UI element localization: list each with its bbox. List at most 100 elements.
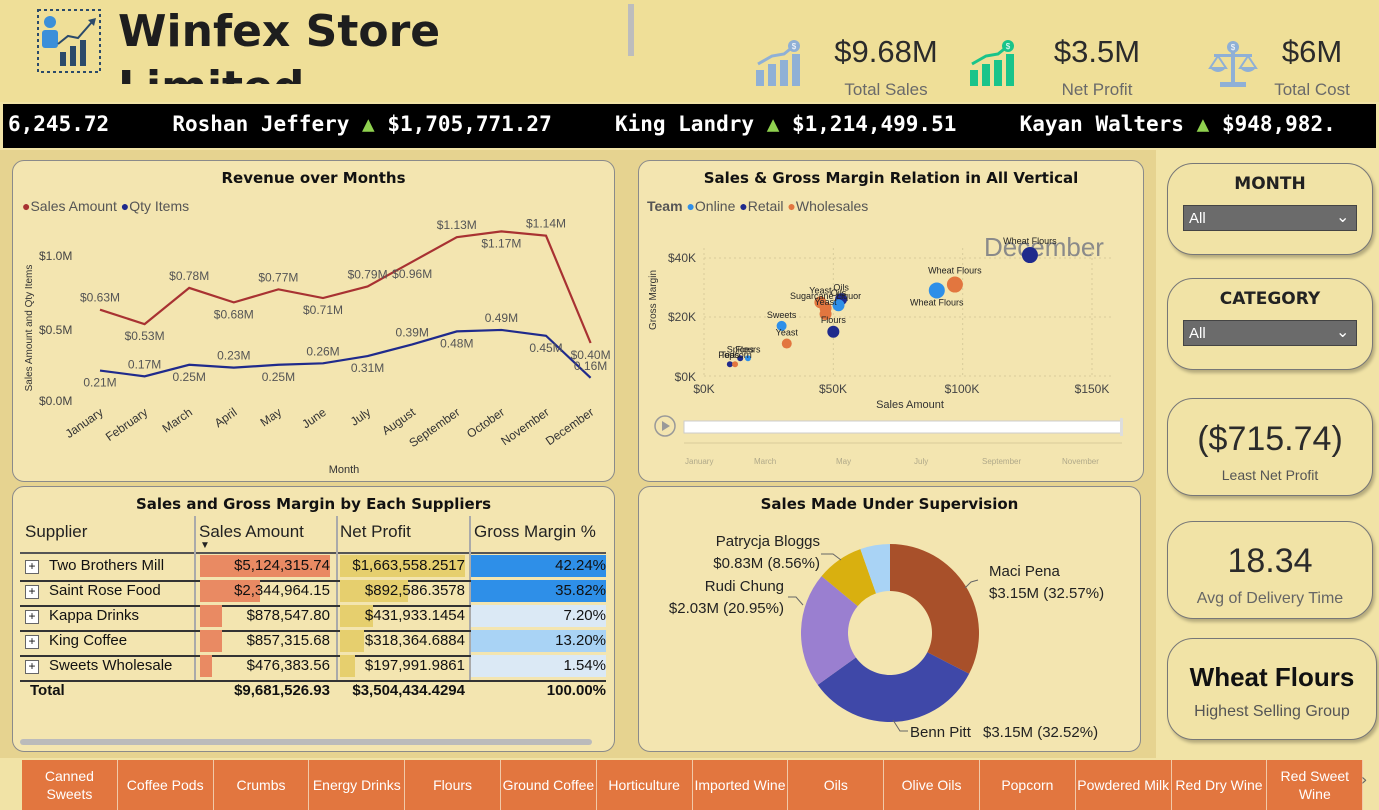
ticker-name: King Landry	[614, 112, 755, 136]
scatter-point[interactable]	[946, 276, 963, 293]
svg-text:$: $	[792, 42, 797, 51]
gross-margin-cell: 42.24%	[555, 557, 606, 574]
scatter-point[interactable]	[1021, 247, 1038, 264]
revenue-y-tick: $1.0M	[39, 249, 72, 263]
table-row[interactable]: + King Coffee $857,315.68 $318,364.6884 13.2…	[20, 630, 606, 657]
table-row[interactable]: + Two Brothers Mill $5,124,315.74 $1,663,55…	[20, 555, 606, 582]
sales-amount-cell: $476,383.56	[246, 657, 330, 674]
legend-dot-icon: ●	[120, 198, 130, 214]
category-button[interactable]: Flours	[405, 760, 501, 810]
scatter-chart[interactable]: December Gross Margin $40K $20K $0K $0K …	[638, 218, 1144, 480]
category-button[interactable]: Powdered Milk	[1075, 760, 1172, 810]
category-button[interactable]: Olive Oils	[884, 760, 980, 810]
col-sales-header[interactable]: Sales Amount	[199, 522, 304, 542]
data-label: $0.68M	[214, 307, 254, 321]
header-divider	[628, 4, 634, 56]
expand-plus-icon[interactable]: +	[25, 660, 39, 674]
legend-online: Online	[694, 198, 736, 214]
donut-slice[interactable]	[890, 544, 979, 674]
revenue-y-tick: $0.5M	[39, 323, 72, 337]
category-button[interactable]: Coffee Pods	[117, 760, 214, 810]
chevron-right-icon[interactable]: ›	[1361, 770, 1377, 800]
net-profit-label: Net Profit	[1061, 80, 1133, 99]
scatter-point-label: Wheat Flours	[910, 297, 964, 307]
donut-label-value: $3.15M (32.52%)	[983, 724, 1098, 741]
table-scrollbar[interactable]	[20, 739, 592, 745]
supplier-name: Sweets Wholesale	[49, 657, 173, 674]
net-profit-cell: $197,991.9861	[364, 657, 465, 674]
category-button[interactable]: Popcorn	[980, 760, 1076, 810]
net-profit-value: $3.5M	[1053, 34, 1141, 69]
category-dropdown[interactable]: All ⌄	[1183, 320, 1357, 346]
profit-chart-icon: $	[968, 40, 1018, 88]
supplier-table-title: Sales and Gross Margin by Each Suppliers	[135, 495, 492, 513]
scatter-point[interactable]	[781, 338, 792, 349]
sort-desc-icon[interactable]: ▼	[200, 540, 210, 551]
scatter-x-tick: $0K	[693, 382, 714, 396]
play-triangle-icon	[662, 421, 670, 431]
category-button[interactable]: Canned Sweets	[22, 760, 118, 810]
expand-plus-icon[interactable]: +	[25, 585, 39, 599]
expand-plus-icon[interactable]: +	[25, 635, 39, 649]
col-margin-header[interactable]: Gross Margin %	[474, 522, 596, 542]
table-row[interactable]: + Saint Rose Food $2,344,964.15 $892,586.35…	[20, 580, 606, 607]
x-tick-label: February	[103, 405, 150, 444]
supplier-name: Total	[30, 682, 65, 699]
scatter-x-tick: $50K	[819, 382, 847, 396]
top-group-label: Highest Selling Group	[1194, 703, 1350, 720]
data-label: $0.79M	[348, 267, 388, 281]
revenue-y-axis-label: Sales Amount and Qty Items	[24, 265, 35, 392]
revenue-x-axis-label: Month	[329, 464, 360, 476]
store-title: Winfex Store Limited	[118, 4, 478, 84]
category-button[interactable]: Ground Coffee	[501, 760, 597, 810]
legend-title: Team	[647, 198, 683, 214]
category-button[interactable]: Oils	[788, 760, 885, 810]
ticker-amount: $1,214,499.51	[792, 112, 957, 136]
category-button[interactable]: Crumbs	[213, 760, 310, 810]
data-label: $0.63M	[80, 291, 120, 305]
table-total-row[interactable]: Total $9,681,526.93 $3,504,434.4294 100.00%	[20, 680, 606, 705]
scatter-point[interactable]	[827, 325, 840, 338]
total-cost-value: $6M	[1281, 34, 1343, 69]
data-label: $0.96M	[392, 267, 432, 281]
x-tick-label: January	[63, 405, 106, 441]
x-tick-label: September	[406, 405, 462, 450]
table-row[interactable]: + Kappa Drinks $878,547.80 $431,933.1454 7.2…	[20, 605, 606, 632]
scatter-point-label: Yeast	[814, 297, 837, 307]
least-profit-value: ($715.74)	[1197, 420, 1343, 458]
revenue-legend[interactable]: ●Sales Amount ●Qty Items	[22, 198, 322, 216]
scale-cost-icon: $	[1208, 40, 1258, 88]
donut-chart[interactable]: Maci Pena $3.15M (32.57%) Benn Pitt $3.1…	[638, 520, 1141, 750]
store-title-line1: Winfex Store	[118, 6, 441, 57]
legend-qty-items: Qty Items	[129, 198, 190, 214]
scatter-point[interactable]	[732, 361, 739, 368]
category-button[interactable]: Red Dry Wine	[1171, 760, 1268, 810]
gross-margin-cell: 7.20%	[563, 607, 606, 624]
data-label: 0.25M	[262, 370, 295, 384]
net-profit-cell: $431,933.1454	[364, 607, 465, 624]
category-button[interactable]: Energy Drinks	[309, 760, 406, 810]
x-tick-label: November	[498, 405, 551, 448]
total-sales-value: $9.68M	[834, 34, 938, 69]
play-axis-handle[interactable]	[1120, 418, 1123, 436]
col-supplier-header[interactable]: Supplier	[25, 522, 87, 542]
revenue-line-chart[interactable]: Sales Amount and Qty Items $1.0M $0.5M $…	[12, 218, 615, 480]
chevron-down-icon: ⌄	[1336, 324, 1350, 341]
legend-dot-icon: ●	[686, 198, 695, 214]
month-dropdown[interactable]: All ⌄	[1183, 205, 1357, 231]
revenue-chart-title: Revenue over Months	[221, 169, 406, 187]
play-axis-track[interactable]	[683, 420, 1123, 434]
scatter-legend[interactable]: Team ●Online ●Retail ●Wholesales	[647, 198, 947, 216]
expand-plus-icon[interactable]: +	[25, 560, 39, 574]
table-row[interactable]: + Sweets Wholesale $476,383.56 $197,991.986…	[20, 655, 606, 682]
scatter-point[interactable]	[928, 282, 945, 299]
category-button[interactable]: Horticulture	[596, 760, 693, 810]
category-button[interactable]: Red Sweet Wine	[1267, 760, 1364, 810]
col-profit-header[interactable]: Net Profit	[340, 522, 411, 542]
expand-plus-icon[interactable]: +	[25, 610, 39, 624]
sales-ticker[interactable]: 6,245.72 Roshan Jeffery ▲ $1,705,771.27 …	[3, 104, 1376, 148]
gross-margin-cell: 13.20%	[555, 632, 606, 649]
chevron-down-icon: ⌄	[1336, 209, 1350, 226]
category-button[interactable]: Imported Wine	[692, 760, 789, 810]
scatter-point[interactable]	[726, 361, 733, 368]
